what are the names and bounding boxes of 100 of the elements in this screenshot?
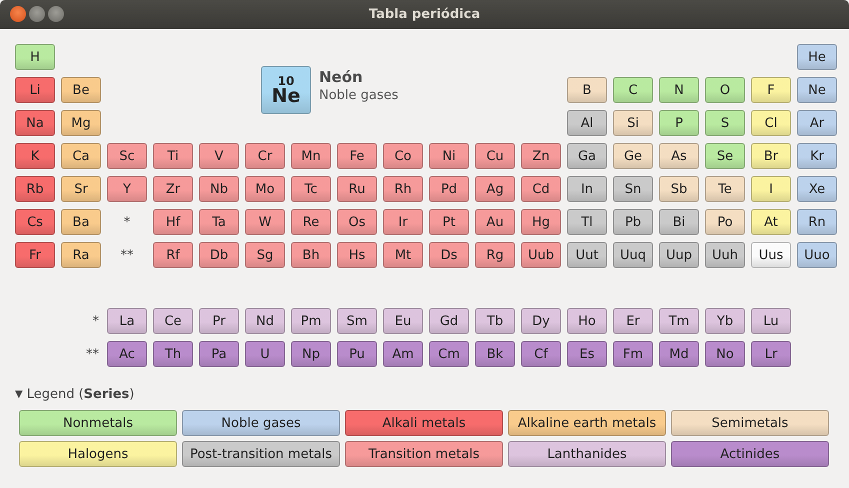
element-button[interactable]: Db bbox=[199, 242, 239, 268]
element-button[interactable]: Ta bbox=[199, 209, 239, 235]
element-button[interactable]: Pa bbox=[199, 341, 239, 367]
element-button[interactable]: Fr bbox=[15, 242, 55, 268]
element-button[interactable]: Tm bbox=[659, 308, 699, 334]
element-button[interactable]: Bk bbox=[475, 341, 515, 367]
element-button[interactable]: Pm bbox=[291, 308, 331, 334]
maximize-button[interactable] bbox=[48, 6, 64, 22]
element-button[interactable]: Rb bbox=[15, 176, 55, 202]
minimize-button[interactable] bbox=[29, 6, 45, 22]
element-button[interactable]: Lr bbox=[751, 341, 791, 367]
element-button[interactable]: Ba bbox=[61, 209, 101, 235]
element-button[interactable]: K bbox=[15, 143, 55, 169]
element-button[interactable]: Nb bbox=[199, 176, 239, 202]
element-button[interactable]: Ca bbox=[61, 143, 101, 169]
element-button[interactable]: H bbox=[15, 44, 55, 70]
element-button[interactable]: Eu bbox=[383, 308, 423, 334]
element-button[interactable]: Se bbox=[705, 143, 745, 169]
element-button[interactable]: Tc bbox=[291, 176, 331, 202]
element-button[interactable]: Uus bbox=[751, 242, 791, 268]
element-button[interactable]: No bbox=[705, 341, 745, 367]
element-button[interactable]: Ni bbox=[429, 143, 469, 169]
element-button[interactable]: Mt bbox=[383, 242, 423, 268]
element-button[interactable]: Bh bbox=[291, 242, 331, 268]
element-button[interactable]: Am bbox=[383, 341, 423, 367]
element-button[interactable]: Mo bbox=[245, 176, 285, 202]
element-button[interactable]: Kr bbox=[797, 143, 837, 169]
element-button[interactable]: Rn bbox=[797, 209, 837, 235]
element-button[interactable]: Sm bbox=[337, 308, 377, 334]
element-button[interactable]: Hf bbox=[153, 209, 193, 235]
element-button[interactable]: Np bbox=[291, 341, 331, 367]
element-button[interactable]: Ar bbox=[797, 110, 837, 136]
element-button[interactable]: Uut bbox=[567, 242, 607, 268]
close-button[interactable] bbox=[10, 6, 26, 22]
element-button[interactable]: Gd bbox=[429, 308, 469, 334]
element-button[interactable]: Au bbox=[475, 209, 515, 235]
element-button[interactable]: Fm bbox=[613, 341, 653, 367]
element-button[interactable]: Br bbox=[751, 143, 791, 169]
element-button[interactable]: Al bbox=[567, 110, 607, 136]
element-button[interactable]: Rh bbox=[383, 176, 423, 202]
element-button[interactable]: Nd bbox=[245, 308, 285, 334]
element-button[interactable]: Md bbox=[659, 341, 699, 367]
legend-title[interactable]: Legend (Series) bbox=[26, 387, 134, 402]
element-button[interactable]: Co bbox=[383, 143, 423, 169]
element-button[interactable]: Zn bbox=[521, 143, 561, 169]
element-button[interactable]: Li bbox=[15, 77, 55, 103]
element-button[interactable]: Si bbox=[613, 110, 653, 136]
element-button[interactable]: Cr bbox=[245, 143, 285, 169]
element-button[interactable]: Cl bbox=[751, 110, 791, 136]
element-button[interactable]: O bbox=[705, 77, 745, 103]
element-button[interactable]: Cd bbox=[521, 176, 561, 202]
element-button[interactable]: U bbox=[245, 341, 285, 367]
element-button[interactable]: Th bbox=[153, 341, 193, 367]
element-button[interactable]: Tb bbox=[475, 308, 515, 334]
element-button[interactable]: Cm bbox=[429, 341, 469, 367]
element-button[interactable]: In bbox=[567, 176, 607, 202]
element-button[interactable]: Sc bbox=[107, 143, 147, 169]
series-legend-button[interactable]: Transition metals bbox=[345, 441, 503, 467]
element-button[interactable]: Be bbox=[61, 77, 101, 103]
element-button[interactable]: Cu bbox=[475, 143, 515, 169]
series-legend-button[interactable]: Lanthanides bbox=[508, 441, 666, 467]
element-button[interactable]: Rg bbox=[475, 242, 515, 268]
element-button[interactable]: Te bbox=[705, 176, 745, 202]
element-button[interactable]: Ne bbox=[797, 77, 837, 103]
element-button[interactable]: Na bbox=[15, 110, 55, 136]
element-button[interactable]: Mg bbox=[61, 110, 101, 136]
element-button[interactable]: Re bbox=[291, 209, 331, 235]
element-button[interactable]: Dy bbox=[521, 308, 561, 334]
element-button[interactable]: Ge bbox=[613, 143, 653, 169]
element-button[interactable]: I bbox=[751, 176, 791, 202]
series-legend-button[interactable]: Actinides bbox=[671, 441, 829, 467]
element-button[interactable]: B bbox=[567, 77, 607, 103]
series-legend-button[interactable]: Noble gases bbox=[182, 410, 340, 436]
element-button[interactable]: P bbox=[659, 110, 699, 136]
element-button[interactable]: Pt bbox=[429, 209, 469, 235]
element-button[interactable]: Yb bbox=[705, 308, 745, 334]
element-button[interactable]: N bbox=[659, 77, 699, 103]
element-button[interactable]: At bbox=[751, 209, 791, 235]
element-button[interactable]: Ho bbox=[567, 308, 607, 334]
element-button[interactable]: Uuq bbox=[613, 242, 653, 268]
series-legend-button[interactable]: Alkali metals bbox=[345, 410, 503, 436]
element-button[interactable]: F bbox=[751, 77, 791, 103]
element-button[interactable]: Ga bbox=[567, 143, 607, 169]
element-button[interactable]: Po bbox=[705, 209, 745, 235]
element-button[interactable]: Pb bbox=[613, 209, 653, 235]
element-button[interactable]: V bbox=[199, 143, 239, 169]
element-button[interactable]: Y bbox=[107, 176, 147, 202]
element-button[interactable]: Tl bbox=[567, 209, 607, 235]
element-button[interactable]: Pd bbox=[429, 176, 469, 202]
element-button[interactable]: Os bbox=[337, 209, 377, 235]
element-button[interactable]: Lu bbox=[751, 308, 791, 334]
element-button[interactable]: La bbox=[107, 308, 147, 334]
element-button[interactable]: C bbox=[613, 77, 653, 103]
series-legend-button[interactable]: Alkaline earth metals bbox=[508, 410, 666, 436]
expander-arrow-icon[interactable]: ▼ bbox=[15, 389, 23, 400]
element-button[interactable]: Cf bbox=[521, 341, 561, 367]
element-button[interactable]: Rf bbox=[153, 242, 193, 268]
series-legend-button[interactable]: Nonmetals bbox=[19, 410, 177, 436]
element-button[interactable]: Mn bbox=[291, 143, 331, 169]
element-button[interactable]: Sr bbox=[61, 176, 101, 202]
